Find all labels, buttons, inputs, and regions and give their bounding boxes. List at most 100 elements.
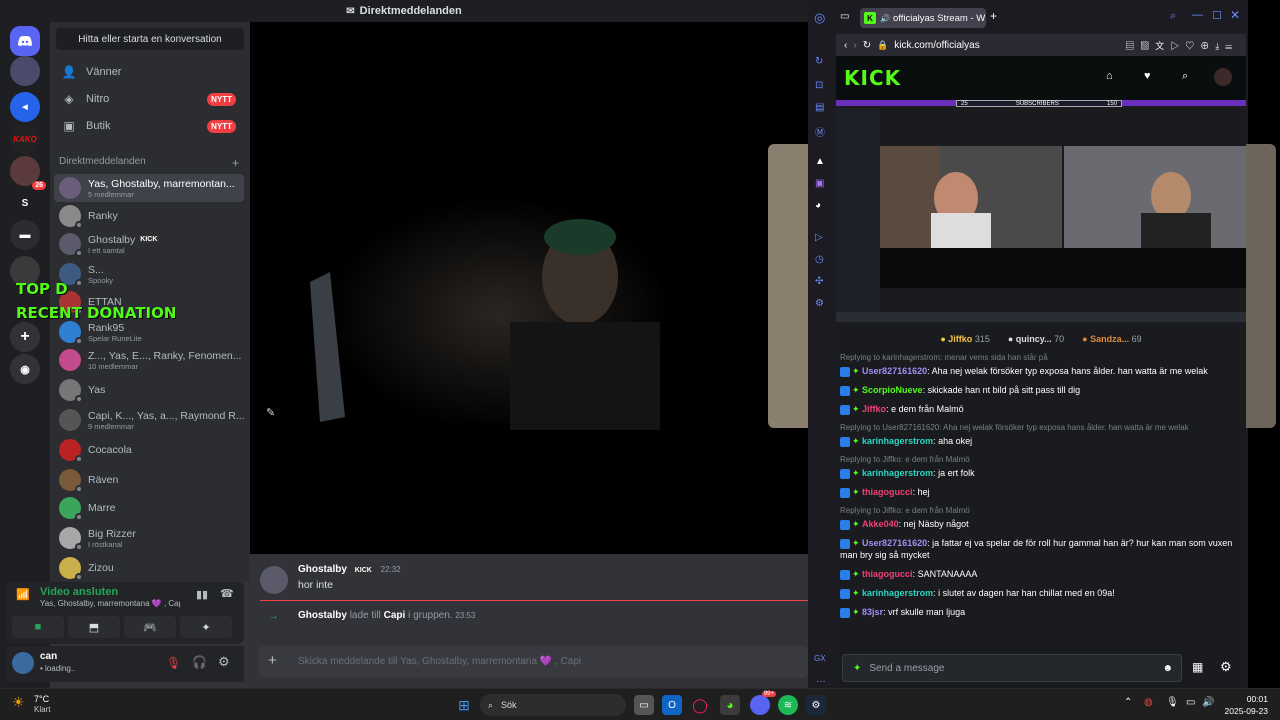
discord-app-icon[interactable]: 99+	[750, 691, 776, 715]
sidebar-history-icon[interactable]: ↻	[815, 56, 823, 67]
start-icon[interactable]: ⊞	[454, 695, 474, 715]
system-target[interactable]: Capi	[384, 610, 406, 621]
settings-gear-icon[interactable]: ⚙	[218, 654, 230, 670]
minimize-icon[interactable]: —	[1192, 9, 1203, 21]
chat-username[interactable]: karinhagerstrom	[862, 468, 933, 478]
store-icon[interactable]: ⌂	[1106, 70, 1113, 82]
tray-app-icon[interactable]: ◍	[1144, 697, 1153, 708]
dm-item[interactable]: Yas, Ghostalby, marremontan... 5 medlemma…	[54, 174, 244, 202]
reply-context[interactable]: Replying to Jiffko: e dem från Malmö	[840, 454, 1240, 466]
server-icon[interactable]: S	[10, 188, 40, 218]
find-conversation-button[interactable]: Hitta eller starta en konversation	[56, 28, 244, 50]
avatar[interactable]	[12, 652, 34, 674]
leaderboard-entry[interactable]: ● quincy... 70	[1008, 334, 1064, 344]
message-author[interactable]: Ghostalby	[298, 564, 347, 575]
chat-username[interactable]: thiagogucci	[862, 487, 913, 497]
nav-nitro[interactable]: ◈ Nitro NYTT	[56, 87, 244, 111]
url-input[interactable]: kick.com/officialyas	[894, 40, 979, 51]
username[interactable]: can	[40, 651, 57, 662]
sidebar-more-icon[interactable]: …	[816, 674, 826, 685]
dm-item[interactable]: S... Spooky	[54, 260, 244, 288]
sidebar-puzzle-icon[interactable]: ✣	[815, 276, 823, 287]
tray-volume-icon[interactable]: 🔊	[1202, 697, 1214, 708]
clock-date[interactable]: 2025-09-23	[1222, 706, 1268, 716]
opera-gx-icon[interactable]: ◯	[690, 695, 710, 715]
nav-shop[interactable]: ▣ Butik NYTT	[56, 114, 244, 138]
server-icon[interactable]: ◀	[10, 92, 40, 122]
explore-icon[interactable]: ◉	[10, 354, 40, 384]
add-server-icon[interactable]: +	[10, 322, 40, 352]
message-input[interactable]: Skicka meddelande till Yas, Ghostalby, m…	[298, 656, 581, 667]
dm-item[interactable]: Cocacola	[54, 436, 244, 464]
weather-temp[interactable]: 7°C	[34, 694, 49, 704]
server-icon[interactable]: 26	[10, 156, 46, 190]
sidebar-gx-icon[interactable]: GX	[814, 654, 826, 663]
sidebar-twitch-icon[interactable]: ▣	[815, 178, 824, 189]
disconnect-icon[interactable]: ☎	[220, 587, 234, 600]
emoji-icon[interactable]: ☻	[1162, 663, 1173, 674]
message-input-box[interactable]: + Skicka meddelande till Yas, Ghostalby,…	[258, 646, 808, 678]
steam-icon[interactable]: ⚙	[806, 695, 826, 715]
discord-taskbar-icon[interactable]: ◕	[720, 695, 740, 715]
weather-icon[interactable]: ☀	[12, 694, 25, 711]
server-icon[interactable]: KAKO	[10, 124, 40, 154]
sidebar-settings-icon[interactable]: ⚙	[815, 298, 824, 309]
chat-username[interactable]: User827161620	[862, 538, 927, 548]
chat-username[interactable]: karinhagerstrom	[862, 588, 933, 598]
chat-username[interactable]: ScorpioNueve	[862, 385, 923, 395]
taskview-icon[interactable]: ▭	[634, 695, 654, 715]
sidebar-discord-icon[interactable]: ◕	[815, 200, 821, 211]
clock-time[interactable]: 00:01	[1226, 694, 1268, 704]
soundboard-button[interactable]: ✦	[180, 616, 232, 638]
chat-username[interactable]: karinhagerstrom	[862, 436, 933, 446]
dm-item[interactable]: Yas	[54, 376, 244, 404]
video-call-area[interactable]: ✎	[250, 22, 808, 554]
video-muted-icon[interactable]: ✎	[266, 406, 275, 419]
dm-item[interactable]: Ranky	[54, 202, 244, 230]
dm-item[interactable]: Zizou	[54, 554, 244, 582]
screenshare-button[interactable]: ⬒	[68, 616, 120, 638]
chat-username[interactable]: 83jsr	[862, 607, 883, 617]
tab-active[interactable]: K 🔊 officialyas Stream - W	[860, 8, 986, 28]
outlook-icon[interactable]: O	[662, 695, 682, 715]
tray-chevron-icon[interactable]: ⌃	[1124, 697, 1132, 708]
heart-icon[interactable]: ♥	[1144, 70, 1151, 82]
send-message-input[interactable]: ✦ Send a message ☻	[842, 654, 1182, 682]
chat-username[interactable]: Akke040	[862, 519, 899, 529]
sidebar-clock-icon[interactable]: ◷	[815, 254, 824, 265]
noise-icon[interactable]: ▮▮	[196, 588, 208, 601]
reply-context[interactable]: Replying to User827161620: Aha nej welak…	[840, 422, 1240, 434]
activity-button[interactable]: 🎮	[124, 616, 176, 638]
dm-item[interactable]: Rank95 Spelar RuneLite	[54, 318, 244, 346]
chat-username[interactable]: Jiffko	[862, 404, 886, 414]
sidebar-m-icon[interactable]: Ⓜ	[815, 124, 825, 139]
spotify-icon[interactable]: ≋	[778, 695, 798, 715]
voice-status[interactable]: Video ansluten	[40, 586, 118, 598]
system-author[interactable]: Ghostalby	[298, 610, 347, 621]
back-icon[interactable]: ‹	[844, 40, 847, 51]
search-icon[interactable]: ⌕	[1182, 70, 1188, 83]
dm-item[interactable]: Ghostalby KICK I ett samtal	[54, 230, 244, 258]
toolbar-extensions-icon[interactable]: ▤▧文▷♡⊕⤓☰	[1125, 39, 1238, 52]
voice-channel[interactable]: Yas, Ghostalby, marremontana 💜 , Capi	[40, 599, 180, 608]
reply-context[interactable]: Replying to karinhagerstrom: menar vems …	[840, 352, 1240, 364]
camera-button[interactable]: ■	[12, 616, 64, 638]
reply-context[interactable]: Replying to Jiffko: e dem från Malmö	[840, 505, 1240, 517]
kick-logo[interactable]: KICK	[844, 66, 901, 90]
add-dm-button[interactable]: +	[232, 156, 239, 170]
dm-item[interactable]: Big Rizzer I röstkanal	[54, 524, 244, 552]
tray-display-icon[interactable]: ▭	[1186, 697, 1195, 708]
new-tab-button[interactable]: +	[990, 9, 997, 23]
leaderboard-entry[interactable]: ● Sandza... 69	[1082, 334, 1142, 344]
audio-icon[interactable]: 🔊	[880, 14, 890, 23]
dm-item[interactable]: Räven	[54, 466, 244, 494]
search-icon[interactable]: ⌕	[1170, 10, 1176, 23]
close-icon[interactable]: ✕	[1230, 8, 1240, 22]
avatar[interactable]	[260, 566, 288, 594]
nav-friends[interactable]: 👤 Vänner	[56, 60, 244, 84]
dm-item[interactable]: Z..., Yas, E..., Ranky, Fenomen... 10 med…	[54, 346, 244, 374]
avatar[interactable]	[1214, 68, 1232, 86]
sidebar-bag-icon[interactable]: ⊡	[815, 80, 823, 91]
mute-icon[interactable]: 🎙	[166, 656, 181, 670]
reload-icon[interactable]: ↻	[863, 40, 871, 51]
